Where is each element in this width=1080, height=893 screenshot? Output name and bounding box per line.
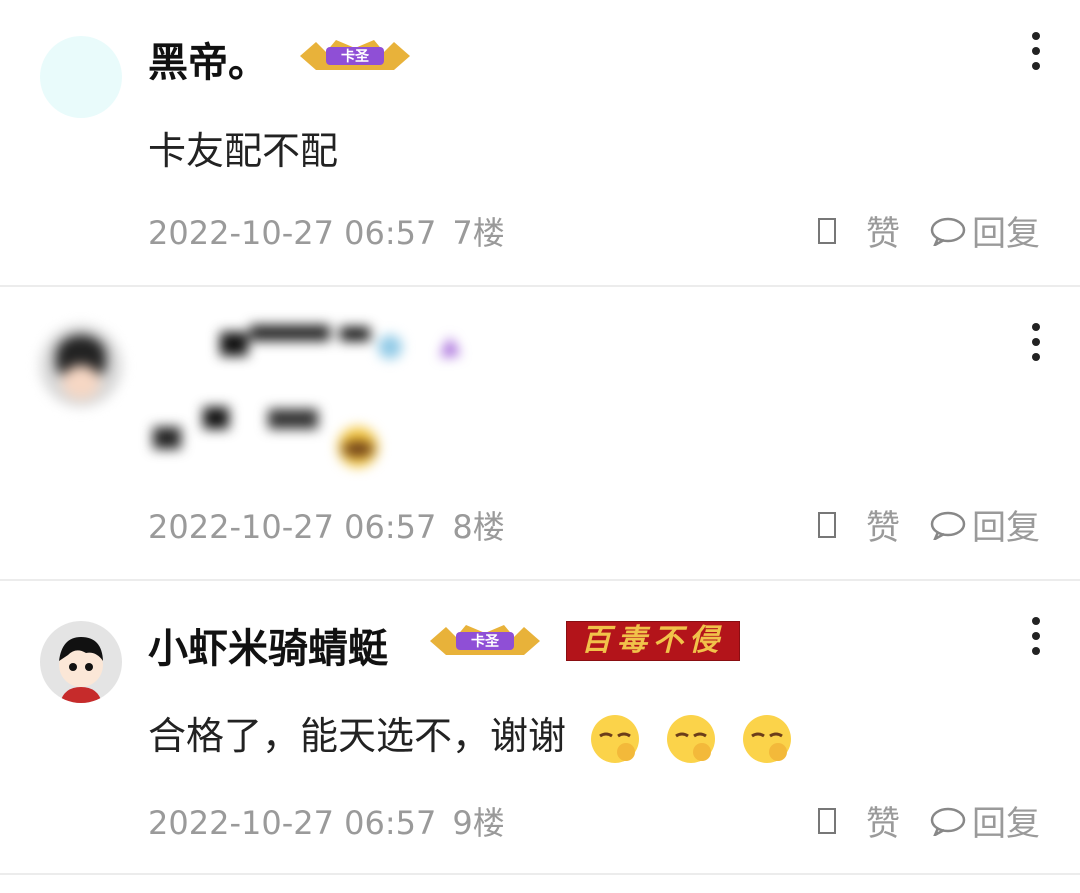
- avatar[interactable]: [40, 621, 122, 703]
- avatar[interactable]: [40, 325, 122, 407]
- comment-meta: 2022-10-27 06:57 9楼: [148, 798, 505, 844]
- more-vertical-icon[interactable]: [1032, 617, 1040, 662]
- timestamp: 2022-10-27 06:57: [148, 508, 437, 546]
- like-button[interactable]: 赞: [818, 796, 930, 845]
- like-label: 赞: [866, 214, 900, 254]
- svg-text:卡圣: 卡圣: [341, 48, 370, 65]
- divider: [0, 873, 1080, 875]
- smirk-emoji-icon: [743, 714, 792, 763]
- reply-button[interactable]: 回复: [930, 206, 1040, 255]
- avatar-cartoon-icon: [59, 637, 103, 703]
- more-vertical-icon[interactable]: [1032, 323, 1040, 368]
- username[interactable]: 黑帝。: [148, 30, 268, 88]
- like-button[interactable]: 赞: [818, 206, 930, 255]
- comment-content: 合格了，能天选不，谢谢: [148, 705, 794, 766]
- like-label: 赞: [866, 508, 900, 548]
- content-redacted: [153, 407, 378, 467]
- reply-button[interactable]: 回复: [930, 500, 1040, 549]
- comment-item: 黑帝。 卡圣 卡友配不配 2022-10-27 06:57 7楼 赞 回复: [0, 0, 1080, 285]
- comment-meta: 2022-10-27 06:57 8楼: [148, 502, 505, 548]
- floor-number: 9楼: [452, 804, 505, 842]
- reply-bubble-icon: [930, 511, 966, 540]
- badge-card-sage: 卡圣: [430, 625, 540, 655]
- like-label: 赞: [866, 804, 900, 844]
- username-redacted: [220, 325, 460, 359]
- thumb-up-icon: [818, 217, 836, 244]
- reply-bubble-icon: [930, 217, 966, 246]
- svg-text:卡圣: 卡圣: [471, 633, 500, 650]
- more-vertical-icon[interactable]: [1032, 32, 1040, 77]
- comment-actions: 赞 回复: [818, 500, 1040, 549]
- comment-text: 合格了，能天选不，谢谢: [148, 714, 567, 758]
- comment-item: 2022-10-27 06:57 8楼 赞 回复: [0, 287, 1080, 579]
- reply-label: 回复: [972, 804, 1040, 844]
- timestamp: 2022-10-27 06:57: [148, 214, 437, 252]
- username[interactable]: 小虾米骑蜻蜓: [148, 616, 388, 674]
- comment-content: 卡友配不配: [148, 129, 339, 173]
- reply-label: 回复: [972, 508, 1040, 548]
- avatar[interactable]: [40, 36, 122, 118]
- smirk-emoji-icon: [591, 714, 640, 763]
- floor-number: 8楼: [452, 508, 505, 546]
- badge-card-sage: 卡圣: [300, 40, 410, 70]
- reply-label: 回复: [972, 214, 1040, 254]
- thumb-up-icon: [818, 807, 836, 834]
- thumb-up-icon: [818, 511, 836, 538]
- comment-actions: 赞 回复: [818, 206, 1040, 255]
- timestamp: 2022-10-27 06:57: [148, 804, 437, 842]
- reply-bubble-icon: [930, 807, 966, 836]
- smirk-emoji-icon: [667, 714, 716, 763]
- comment-item: 小虾米骑蜻蜓 卡圣 百毒不侵 合格了，能天选不，谢谢 2022-10-27 06…: [0, 581, 1080, 873]
- reply-button[interactable]: 回复: [930, 796, 1040, 845]
- floor-number: 7楼: [452, 214, 505, 252]
- like-button[interactable]: 赞: [818, 500, 930, 549]
- comment-meta: 2022-10-27 06:57 7楼: [148, 208, 505, 254]
- comment-actions: 赞 回复: [818, 796, 1040, 845]
- title-badge: 百毒不侵: [566, 621, 740, 661]
